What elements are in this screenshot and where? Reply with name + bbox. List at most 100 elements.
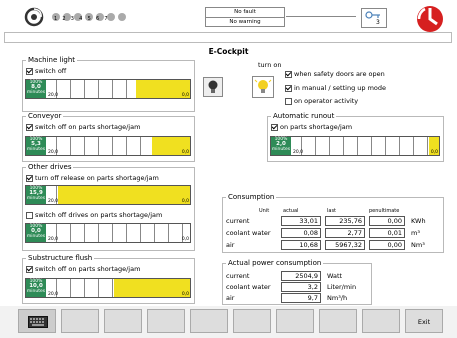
machine-light-group: Machine light switch off 100% 8,0 minutes … (22, 56, 195, 112)
key-badge[interactable]: 3 (361, 8, 387, 28)
logo-swirl-icon (24, 7, 44, 27)
consumption-air-penultimate: 0,00 (369, 240, 405, 250)
consumption-header-unit: Unit (259, 208, 270, 214)
automatic-runout-timer-value: 100% 2,0 minutes (271, 137, 291, 155)
consumption-legend: Consumption (226, 193, 277, 202)
keyboard-button[interactable] (18, 309, 56, 333)
consumption-air-actual: 10,68 (281, 240, 321, 250)
turn-on-manual-mode[interactable]: in manual / setting up mode (285, 84, 386, 92)
other-drives-legend: Other drives (26, 163, 74, 172)
consumption-row-label: air (226, 241, 235, 249)
power-row-label: current (226, 272, 250, 280)
machine-light-timer-value: 100% 8,0 minutes (26, 80, 46, 98)
brand-clock-icon (417, 6, 443, 32)
turn-on-safety-doors[interactable]: when safety doors are open (285, 70, 385, 78)
consumption-coolant-unit: m³ (411, 229, 420, 237)
station-indicators: 1234567 (52, 6, 132, 26)
bulb-on-icon (254, 79, 272, 93)
status-box[interactable]: No fault No warning (205, 7, 285, 27)
consumption-current-actual: 33,01 (281, 216, 321, 226)
power-coolant-value: 3,2 (281, 282, 321, 292)
consumption-row-label: coolant water (226, 229, 271, 237)
station-numbers: 1234567 (54, 16, 113, 22)
softkey-4[interactable] (147, 309, 185, 333)
conveyor-timer-bar: 100% 5,3 minutes 20,0 0,0 (25, 136, 191, 156)
power-coolant-unit: Liter/min (327, 283, 357, 291)
turn-on-manual-mode-checkbox[interactable] (285, 84, 292, 92)
automatic-runout-option[interactable]: on parts shortage/jam (271, 123, 352, 131)
turn-on-label: turn on (258, 61, 282, 69)
page-title: E-Cockpit (208, 47, 249, 56)
bulb-on-button[interactable] (252, 76, 274, 98)
power-current-unit: Watt (327, 272, 343, 280)
consumption-header-last: last (327, 208, 337, 214)
turn-on-safety-doors-checkbox[interactable] (285, 70, 292, 78)
toolbar-strip (4, 32, 452, 43)
exit-button[interactable]: Exit (405, 309, 443, 333)
substructure-flush-switch-off-checkbox[interactable] (26, 265, 33, 273)
key-icon (365, 11, 380, 19)
softkey-3[interactable] (104, 309, 142, 333)
softkey-8[interactable] (319, 309, 357, 333)
consumption-coolant-penultimate: 0,01 (369, 228, 405, 238)
other-drives-drives-timer-value: 100% 0,0 minutes (26, 224, 46, 242)
header-bar: 1234567 No fault No warning 3 (0, 0, 457, 32)
softkey-2[interactable] (61, 309, 99, 333)
power-current-value: 2504,9 (281, 271, 321, 281)
other-drives-switch-off-drives[interactable]: switch off drives on parts shortage/jam (26, 211, 162, 219)
other-drives-release-timer-bar: 100% 15,9 minutes 20,0 0,0 (25, 185, 191, 205)
station-dot-7 (118, 13, 126, 21)
consumption-air-last: 5967,32 (325, 240, 365, 250)
automatic-runout-group: Automatic runout on parts shortage/jam 1… (267, 112, 444, 162)
consumption-row-label: current (226, 217, 250, 225)
automatic-runout-legend: Automatic runout (271, 112, 337, 121)
softkey-6[interactable] (233, 309, 271, 333)
power-consumption-group: Actual power consumption current 2504,9 … (222, 259, 372, 305)
machine-light-switch-off-checkbox[interactable] (26, 67, 33, 75)
consumption-coolant-actual: 0,08 (281, 228, 321, 238)
power-row-label: coolant water (226, 283, 271, 291)
consumption-current-last: 235,76 (325, 216, 365, 226)
softkey-9[interactable] (362, 309, 400, 333)
automatic-runout-timer-bar: 100% 2,0 minutes 20,0 0,0 (270, 136, 440, 156)
consumption-header-penultimate: penultimate (369, 208, 400, 214)
conveyor-switch-off[interactable]: switch off on parts shortage/jam (26, 123, 140, 131)
machine-light-switch-off[interactable]: switch off (26, 67, 66, 75)
softkey-7[interactable] (276, 309, 314, 333)
conveyor-legend: Conveyor (26, 112, 64, 121)
consumption-group: Consumption Unit actual last penultimate… (222, 193, 444, 253)
power-air-unit: Nm³/h (327, 294, 348, 302)
turn-on-operator-activity-checkbox[interactable] (285, 97, 292, 105)
conveyor-timer-value: 100% 5,3 minutes (26, 137, 46, 155)
substructure-flush-switch-off[interactable]: switch off on parts shortage/jam (26, 265, 140, 273)
substructure-flush-legend: Substructure flush (26, 254, 95, 263)
bulb-off-button[interactable] (203, 77, 223, 97)
other-drives-switch-off-drives-checkbox[interactable] (26, 211, 33, 219)
power-consumption-legend: Actual power consumption (226, 259, 324, 268)
softkey-5[interactable] (190, 309, 228, 333)
consumption-current-penultimate: 0,00 (369, 216, 405, 226)
automatic-runout-checkbox[interactable] (271, 123, 278, 131)
warning-status: No warning (229, 19, 261, 25)
keyboard-icon (28, 316, 48, 328)
power-air-value: 9,7 (281, 293, 321, 303)
consumption-air-unit: Nm³ (411, 241, 425, 249)
turn-on-operator-activity[interactable]: on operator activity (285, 97, 358, 105)
status-line (286, 16, 356, 17)
exit-button-label: Exit (417, 318, 431, 326)
consumption-header-actual: actual (283, 208, 299, 214)
substructure-flush-group: Substructure flush switch off on parts s… (22, 254, 195, 304)
consumption-coolant-last: 2,77 (325, 228, 365, 238)
other-drives-turn-off-release-checkbox[interactable] (26, 174, 33, 182)
machine-light-legend: Machine light (26, 56, 78, 65)
other-drives-turn-off-release[interactable]: turn off release on parts shortage/jam (26, 174, 159, 182)
substructure-flush-timer-bar: 100% 10,0 minutes 20,0 0,0 (25, 278, 191, 298)
conveyor-group: Conveyor switch off on parts shortage/ja… (22, 112, 195, 162)
fault-status: No fault (234, 9, 256, 15)
conveyor-switch-off-checkbox[interactable] (26, 123, 33, 131)
bulb-off-icon (208, 80, 218, 93)
other-drives-drives-timer-bar: 100% 0,0 minutes 20,0 0,0 (25, 223, 191, 243)
power-row-label: air (226, 294, 235, 302)
machine-light-timer-bar: 100% 8,0 minutes 20,0 0,0 (25, 79, 191, 99)
other-drives-group: Other drives turn off release on parts s… (22, 163, 195, 251)
